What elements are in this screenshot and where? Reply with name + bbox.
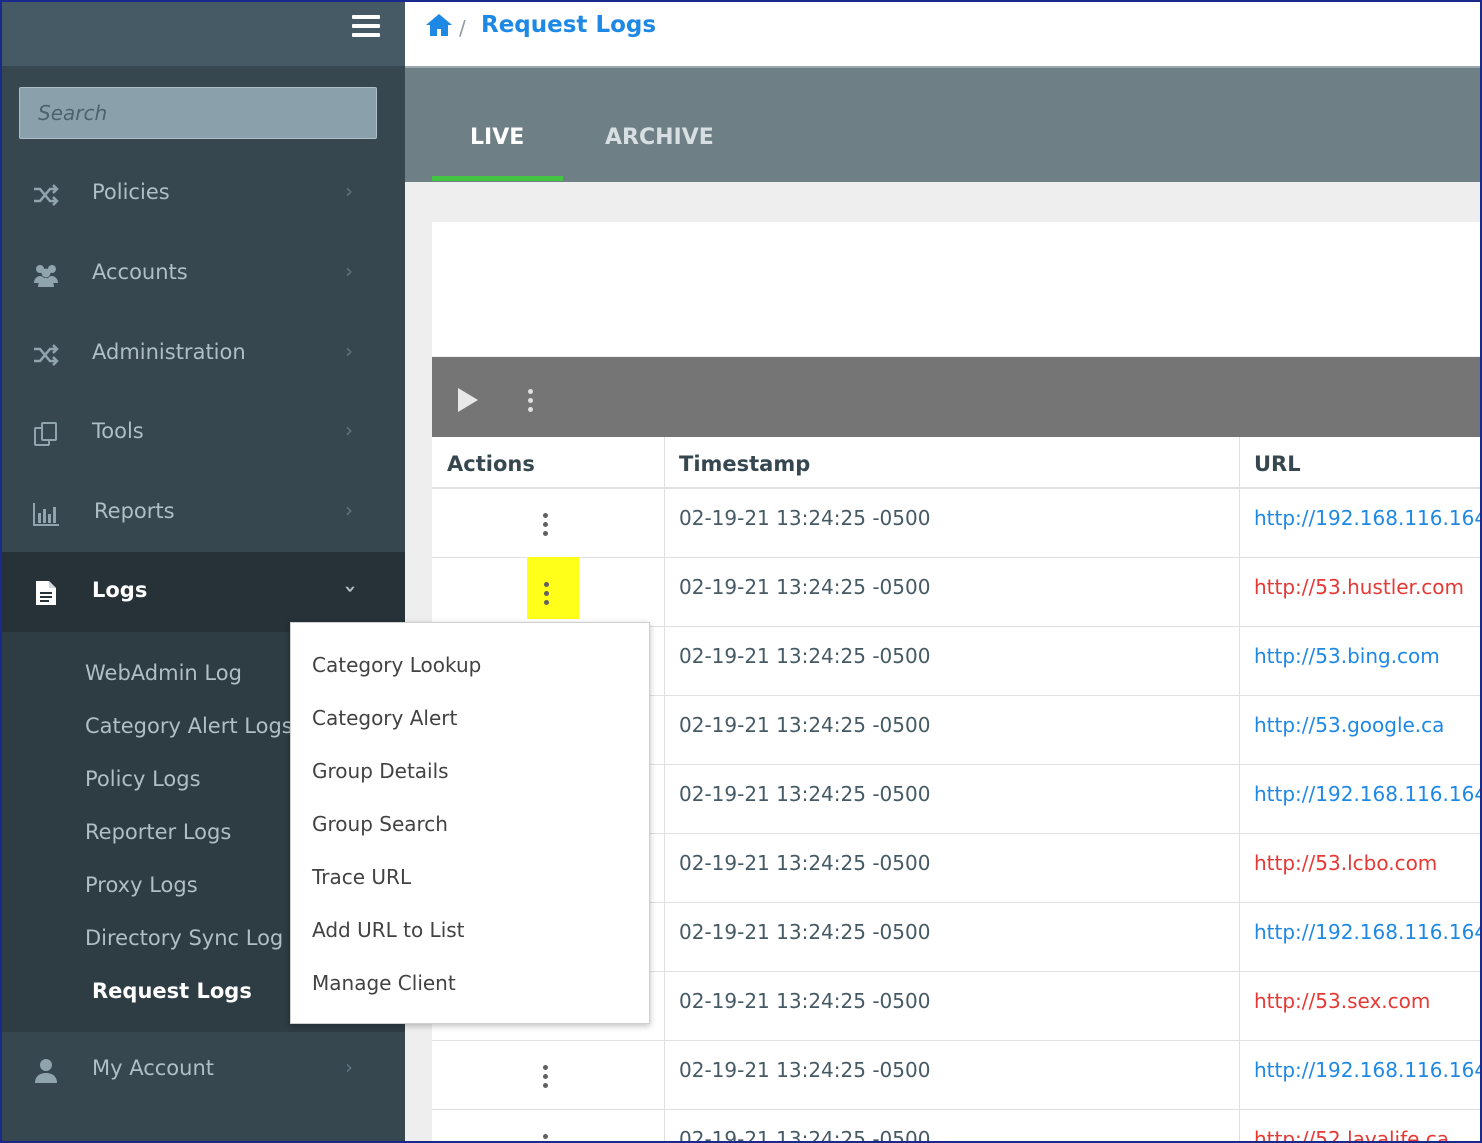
url-link[interactable]: http://53.google.ca bbox=[1254, 713, 1444, 737]
sidebar-item-label: Policies bbox=[92, 180, 170, 204]
sidebar-item-policies[interactable]: Policies › bbox=[2, 154, 405, 234]
chevron-down-icon: › bbox=[339, 584, 364, 594]
hamburger-menu-icon[interactable] bbox=[352, 15, 380, 39]
sidebar-header bbox=[2, 2, 405, 66]
tab-bar: LIVE ARCHIVE bbox=[405, 68, 1480, 182]
sidebar-subitem-proxy-logs[interactable]: Proxy Logs bbox=[85, 873, 198, 897]
sidebar-item-my-account[interactable]: My Account › bbox=[2, 1030, 405, 1110]
url-link[interactable]: http://192.168.116.164 bbox=[1254, 1058, 1480, 1082]
page-title[interactable]: Request Logs bbox=[481, 12, 656, 38]
row-actions-icon[interactable] bbox=[543, 1132, 548, 1141]
play-icon[interactable] bbox=[458, 388, 478, 412]
timestamp-cell: 02-19-21 13:24:25 -0500 bbox=[679, 920, 931, 944]
shuffle-icon bbox=[34, 184, 59, 206]
url-link[interactable]: http://53.sex.com bbox=[1254, 989, 1430, 1013]
row-action-menu: Category Lookup Category Alert Group Det… bbox=[290, 622, 650, 1024]
document-icon bbox=[36, 581, 56, 605]
timestamp-cell: 02-19-21 13:24:25 -0500 bbox=[679, 989, 931, 1013]
tab-archive[interactable]: ARCHIVE bbox=[605, 125, 714, 150]
chevron-right-icon: › bbox=[345, 259, 353, 283]
menu-item-category-alert[interactable]: Category Alert bbox=[312, 706, 457, 730]
users-icon bbox=[34, 265, 58, 287]
sidebar-item-logs[interactable]: Logs › bbox=[2, 552, 405, 632]
table-row: 02-19-21 13:24:25 -0500 http://192.168.11… bbox=[432, 1041, 1480, 1110]
shuffle-icon bbox=[34, 344, 59, 366]
sidebar-item-label: Reports bbox=[94, 499, 175, 523]
chevron-right-icon: › bbox=[345, 1055, 353, 1079]
url-link[interactable]: http://192.168.116.164 bbox=[1254, 506, 1480, 530]
sidebar-item-label: Administration bbox=[92, 340, 246, 364]
chevron-right-icon: › bbox=[345, 418, 353, 442]
menu-item-trace-url[interactable]: Trace URL bbox=[312, 865, 411, 889]
timestamp-cell: 02-19-21 13:24:25 -0500 bbox=[679, 644, 931, 668]
table-header: Actions Timestamp URL bbox=[432, 437, 1480, 489]
chevron-right-icon: › bbox=[345, 179, 353, 203]
sidebar-subitem-reporter-logs[interactable]: Reporter Logs bbox=[85, 820, 231, 844]
sidebar-item-label: Tools bbox=[92, 419, 144, 443]
column-header-actions: Actions bbox=[447, 452, 535, 476]
url-link[interactable]: http://53.hustler.com bbox=[1254, 575, 1464, 599]
sidebar-subitem-category-alert-logs[interactable]: Category Alert Logs bbox=[85, 714, 293, 738]
row-actions-icon[interactable] bbox=[544, 580, 549, 607]
home-icon[interactable] bbox=[425, 12, 453, 38]
search-input[interactable] bbox=[19, 87, 377, 139]
table-row: 02-19-21 13:24:25 -0500 http://192.168.11… bbox=[432, 489, 1480, 558]
timestamp-cell: 02-19-21 13:24:25 -0500 bbox=[679, 506, 931, 530]
url-link[interactable]: http://53.lcbo.com bbox=[1254, 851, 1437, 875]
breadcrumb-separator: / bbox=[459, 16, 466, 40]
table-toolbar bbox=[432, 357, 1480, 437]
menu-item-add-url-to-list[interactable]: Add URL to List bbox=[312, 918, 465, 942]
sidebar-subitem-webadmin-log[interactable]: WebAdmin Log bbox=[85, 661, 242, 685]
url-link[interactable]: http://53.bing.com bbox=[1254, 644, 1440, 668]
chevron-right-icon: › bbox=[345, 339, 353, 363]
sidebar-item-accounts[interactable]: Accounts › bbox=[2, 234, 405, 314]
url-link[interactable]: http://52.lavalife.ca bbox=[1254, 1127, 1449, 1141]
url-link[interactable]: http://192.168.116.164 bbox=[1254, 782, 1480, 806]
row-actions-icon[interactable] bbox=[543, 1063, 548, 1090]
timestamp-cell: 02-19-21 13:24:25 -0500 bbox=[679, 782, 931, 806]
chevron-right-icon: › bbox=[345, 498, 353, 522]
tab-live[interactable]: LIVE bbox=[470, 125, 524, 150]
menu-item-manage-client[interactable]: Manage Client bbox=[312, 971, 456, 995]
sidebar-item-label: Logs bbox=[92, 578, 148, 602]
menu-item-group-search[interactable]: Group Search bbox=[312, 812, 448, 836]
table-row: 02-19-21 13:24:25 -0500 http://53.hustler… bbox=[432, 558, 1480, 627]
menu-item-category-lookup[interactable]: Category Lookup bbox=[312, 653, 481, 677]
sidebar-item-reports[interactable]: Reports › bbox=[2, 473, 405, 553]
url-link[interactable]: http://192.168.116.164 bbox=[1254, 920, 1480, 944]
tab-indicator bbox=[432, 176, 563, 181]
user-icon bbox=[35, 1059, 57, 1083]
sidebar-subitem-request-logs[interactable]: Request Logs bbox=[92, 979, 252, 1003]
timestamp-cell: 02-19-21 13:24:25 -0500 bbox=[679, 713, 931, 737]
sidebar-item-label: Accounts bbox=[92, 260, 188, 284]
table-row: 02-19-21 13:24:25 -0500 http://52.lavalif… bbox=[432, 1110, 1480, 1141]
row-actions-icon[interactable] bbox=[543, 511, 548, 538]
column-header-url: URL bbox=[1254, 452, 1301, 476]
more-options-icon[interactable] bbox=[528, 387, 533, 414]
sidebar-item-label: My Account bbox=[92, 1056, 215, 1080]
breadcrumb: / Request Logs bbox=[405, 2, 1480, 68]
sidebar-item-administration[interactable]: Administration › bbox=[2, 314, 405, 394]
timestamp-cell: 02-19-21 13:24:25 -0500 bbox=[679, 1127, 931, 1141]
timestamp-cell: 02-19-21 13:24:25 -0500 bbox=[679, 1058, 931, 1082]
highlight-marker bbox=[527, 557, 579, 619]
bar-chart-icon bbox=[33, 503, 59, 526]
filter-panel bbox=[432, 222, 1480, 356]
sidebar-item-tools[interactable]: Tools › bbox=[2, 393, 405, 473]
column-header-timestamp: Timestamp bbox=[679, 452, 811, 476]
sidebar-subitem-policy-logs[interactable]: Policy Logs bbox=[85, 767, 201, 791]
sidebar-subitem-directory-sync-log[interactable]: Directory Sync Log bbox=[85, 926, 283, 950]
menu-item-group-details[interactable]: Group Details bbox=[312, 759, 449, 783]
clipboard-icon bbox=[34, 422, 57, 446]
timestamp-cell: 02-19-21 13:24:25 -0500 bbox=[679, 851, 931, 875]
timestamp-cell: 02-19-21 13:24:25 -0500 bbox=[679, 575, 931, 599]
